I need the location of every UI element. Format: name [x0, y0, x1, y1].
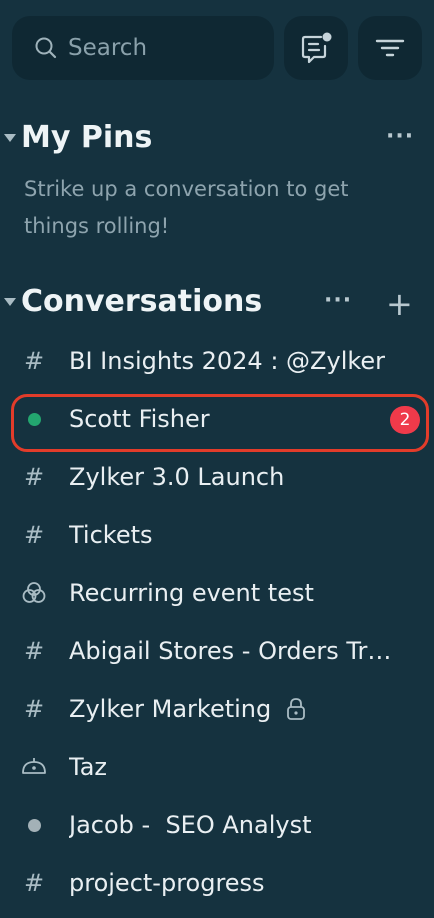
search-icon — [35, 37, 57, 59]
conversation-item[interactable]: # project-progress — [0, 854, 434, 912]
my-pins-more-button[interactable]: ··· — [386, 124, 414, 149]
online-status-icon — [20, 390, 48, 448]
conversation-label: Zylker Marketing — [69, 695, 272, 723]
compose-button[interactable] — [284, 16, 348, 80]
conversation-label: Taz — [69, 753, 107, 781]
conversation-label: Abigail Stores - Orders Tracking — [69, 637, 401, 665]
channel-hash-icon: # — [23, 695, 45, 723]
conversation-label: Tickets — [69, 521, 153, 549]
conversation-item[interactable]: # Zylker Marketing — [0, 680, 434, 738]
group-circles-icon — [20, 564, 48, 622]
conversation-item-selected[interactable]: Scott Fisher 2 — [0, 390, 434, 452]
conversation-item[interactable]: # Zylker 3.0 Launch — [0, 448, 434, 506]
collapse-caret-icon[interactable] — [4, 134, 16, 142]
lock-icon — [287, 698, 306, 720]
add-conversation-button[interactable]: + — [386, 288, 413, 320]
conversation-item[interactable]: Jacob - SEO Analyst — [0, 796, 434, 854]
conversation-item[interactable]: Recurring event test — [0, 564, 434, 622]
conversations-header[interactable]: Conversations ··· + — [0, 276, 434, 326]
conversation-label: Jacob - SEO Analyst — [69, 811, 312, 839]
chat-compose-icon — [301, 32, 332, 64]
conversation-label: Zylker 3.0 Launch — [69, 463, 285, 491]
conversations-more-button[interactable]: ··· — [324, 288, 352, 313]
conversation-list: # BI Insights 2024 : @Zylker Scott Fishe… — [0, 332, 434, 912]
conversation-label: Scott Fisher — [69, 405, 210, 433]
my-pins-title: My Pins — [21, 120, 153, 155]
conversation-item[interactable]: # BI Insights 2024 : @Zylker — [0, 332, 434, 390]
conversation-item[interactable]: # Abigail Stores - Orders Tracking — [0, 622, 434, 680]
channel-hash-icon: # — [23, 869, 45, 897]
filter-icon — [375, 39, 405, 57]
channel-hash-icon: # — [23, 637, 45, 665]
filter-button[interactable] — [358, 16, 422, 80]
conversation-label: Recurring event test — [69, 579, 314, 607]
conversation-label: project-progress — [69, 869, 265, 897]
offline-status-icon — [20, 796, 48, 854]
bot-icon — [20, 738, 48, 796]
search-box[interactable] — [12, 16, 274, 80]
my-pins-header[interactable]: My Pins ··· — [0, 112, 434, 162]
conversation-label: BI Insights 2024 : @Zylker — [69, 347, 386, 375]
search-input[interactable] — [68, 35, 258, 61]
collapse-caret-icon[interactable] — [4, 298, 16, 306]
channel-hash-icon: # — [23, 347, 45, 375]
conversation-item[interactable]: Taz — [0, 738, 434, 796]
conversation-label-row: Zylker Marketing — [69, 680, 307, 738]
channel-hash-icon: # — [23, 521, 45, 549]
pins-empty-message: Strike up a conversation to get things r… — [24, 177, 349, 238]
conversations-title: Conversations — [21, 284, 263, 319]
unread-count-badge: 2 — [390, 406, 420, 434]
top-toolbar — [0, 0, 434, 100]
conversation-item[interactable]: # Tickets — [0, 506, 434, 564]
channel-hash-icon: # — [23, 463, 45, 491]
